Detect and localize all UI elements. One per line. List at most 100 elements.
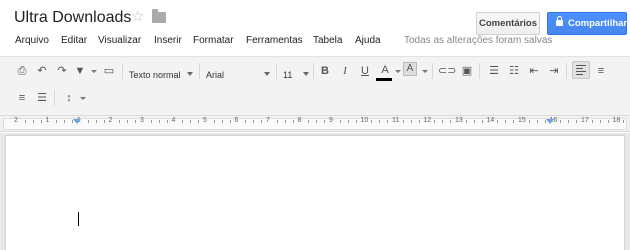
- ruler-label: 12: [423, 117, 432, 124]
- ruler-tick: [379, 120, 381, 123]
- ruler-tick: [497, 120, 499, 123]
- numbered-list-icon[interactable]: ☰: [485, 62, 503, 80]
- ruler-tick: [355, 120, 357, 123]
- style-dropdown-arrow-icon: [187, 72, 193, 76]
- font-size-dropdown[interactable]: 11: [283, 66, 309, 84]
- toolbar-separator: [566, 63, 567, 79]
- align-center-icon[interactable]: ≡: [592, 62, 610, 80]
- style-dropdown[interactable]: Texto normal: [129, 66, 193, 84]
- menu-help[interactable]: Ajuda: [355, 35, 381, 46]
- document-page[interactable]: [5, 135, 625, 250]
- ruler-tick: [284, 120, 286, 123]
- ruler-tick: [150, 120, 152, 123]
- font-size-value: 11: [283, 70, 293, 80]
- ruler-tick: [253, 120, 255, 123]
- ruler-tick: [103, 120, 105, 123]
- ruler-tick: [64, 120, 66, 123]
- font-dropdown[interactable]: Arial: [206, 66, 270, 84]
- menu-table[interactable]: Tabela: [313, 35, 342, 46]
- underline-button[interactable]: U: [356, 62, 374, 80]
- ruler-label: 3: [140, 117, 144, 124]
- ruler-tick: [166, 120, 168, 123]
- paint-dropdown-arrow-icon[interactable]: [91, 70, 97, 73]
- menu-view[interactable]: Visualizar: [98, 35, 141, 46]
- size-dropdown-arrow-icon: [303, 72, 309, 76]
- highlight-button[interactable]: A: [403, 62, 417, 76]
- ruler-label: 11: [392, 117, 400, 124]
- ruler-tick: [221, 120, 223, 123]
- ruler-tick: [568, 120, 570, 123]
- ruler-tick: [182, 120, 184, 123]
- bulleted-list-icon[interactable]: ☷: [505, 62, 523, 80]
- left-indent-marker[interactable]: [73, 119, 81, 124]
- paint-format-icon[interactable]: ▭: [100, 62, 118, 80]
- menu-tools[interactable]: Ferramentas: [246, 35, 303, 46]
- align-left-icon: [576, 65, 586, 66]
- ruler-label: 2: [14, 117, 18, 124]
- undo-icon[interactable]: ↶: [33, 62, 51, 80]
- right-indent-marker[interactable]: [546, 119, 554, 124]
- link-icon[interactable]: ⊂⊃: [438, 62, 456, 80]
- toolbar-separator: [276, 63, 277, 79]
- ruler-label: 18: [612, 117, 621, 124]
- comments-button[interactable]: Comentários: [476, 12, 540, 35]
- ruler-tick: [442, 120, 444, 123]
- ruler-tick: [623, 120, 625, 123]
- ruler-label: 17: [581, 117, 589, 124]
- style-value: Texto normal: [129, 70, 181, 80]
- highlight-arrow-icon[interactable]: [422, 70, 428, 73]
- toolbar-separator: [432, 63, 433, 79]
- ruler-tick: [599, 120, 601, 123]
- ruler-tick: [24, 120, 26, 123]
- ruler-tick: [473, 120, 475, 123]
- lock-icon: [556, 16, 563, 26]
- menu-insert[interactable]: Inserir: [154, 35, 182, 46]
- paint-bucket-icon[interactable]: ▼: [71, 62, 89, 80]
- align-right-icon[interactable]: ≡: [13, 89, 31, 107]
- document-title[interactable]: Ultra Downloads: [14, 9, 131, 27]
- star-icon[interactable]: ☆: [131, 9, 144, 25]
- share-button[interactable]: Compartilhar: [547, 12, 627, 35]
- text-color-arrow-icon[interactable]: [395, 70, 401, 73]
- ruler-tick: [324, 120, 326, 123]
- save-status: Todas as alterações foram salvas: [404, 35, 553, 46]
- ruler-label: 6: [234, 117, 239, 124]
- toolbar-separator: [313, 63, 314, 79]
- menu-file[interactable]: Arquivo: [15, 35, 49, 46]
- decrease-indent-icon[interactable]: ⇤: [525, 62, 543, 80]
- ruler-tick: [95, 120, 97, 123]
- ruler-label: 13: [455, 117, 463, 124]
- menu-edit[interactable]: Editar: [61, 35, 87, 46]
- print-icon[interactable]: ⎙: [13, 62, 31, 80]
- italic-button[interactable]: I: [336, 62, 354, 80]
- ruler-tick: [418, 120, 420, 123]
- text-cursor: [78, 212, 79, 226]
- menu-bar: Arquivo Editar Visualizar Inserir Format…: [0, 34, 630, 50]
- ruler-tick: [245, 120, 247, 123]
- ruler-label: 8: [297, 117, 302, 124]
- text-color-bar: [376, 78, 392, 81]
- ruler-tick: [119, 120, 121, 123]
- ruler-tick: [560, 120, 562, 123]
- redo-icon[interactable]: ↷: [53, 62, 71, 80]
- ruler-tick: [465, 120, 467, 123]
- text-color-button[interactable]: A: [376, 61, 394, 79]
- toolbar: ⎙ ↶ ↷ ▼ ▭ Texto normal Arial 11 B I U A …: [0, 56, 630, 116]
- image-icon[interactable]: ▣: [458, 62, 476, 80]
- bold-button[interactable]: B: [316, 62, 334, 80]
- line-spacing-icon[interactable]: ↕: [60, 89, 78, 107]
- ruler-tick: [347, 120, 349, 123]
- toolbar-separator: [479, 63, 480, 79]
- ruler-tick: [32, 120, 34, 123]
- ruler-label: 14: [486, 117, 495, 124]
- line-spacing-arrow-icon[interactable]: [80, 97, 86, 100]
- increase-indent-icon[interactable]: ⇥: [545, 62, 563, 80]
- justify-icon[interactable]: ☰: [33, 89, 51, 107]
- menu-format[interactable]: Formatar: [193, 35, 234, 46]
- folder-icon[interactable]: [152, 9, 166, 23]
- ruler-tick: [127, 120, 129, 123]
- align-left-button[interactable]: [572, 61, 590, 79]
- ruler-tick: [229, 120, 231, 123]
- ruler-tick: [276, 120, 278, 123]
- ruler-tick: [158, 120, 160, 123]
